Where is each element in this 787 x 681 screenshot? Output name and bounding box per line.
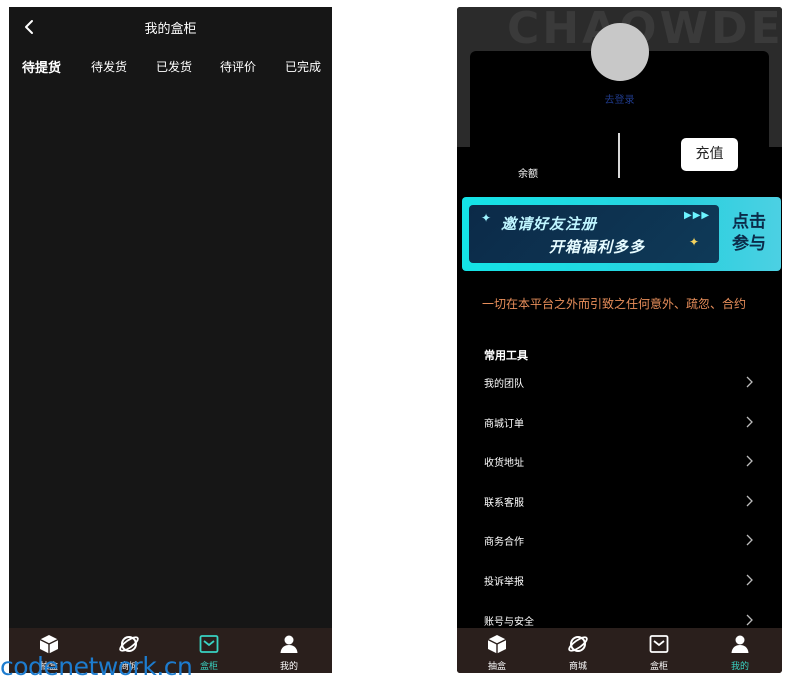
profile-screen: CHAOWDE 去登录 余额 充值 ✦ ✦ ▶▶▶ 邀请好友注册 开箱福利多多 …	[457, 7, 782, 673]
chevron-right-icon	[746, 376, 753, 388]
avatar[interactable]	[591, 23, 649, 81]
arrows-icon: ▶▶▶	[684, 210, 711, 221]
watermark: codenetwork.cn	[0, 652, 193, 681]
banner-cta[interactable]: 点击 参与	[726, 211, 772, 255]
nav-label: 商城	[568, 662, 587, 672]
tab-pending-pickup[interactable]: 待提货	[22, 57, 61, 76]
tools-title: 常用工具	[484, 349, 528, 362]
sparkle-icon: ✦	[481, 211, 492, 225]
user-icon	[280, 635, 298, 653]
planet-icon	[568, 636, 588, 652]
menu-item-label: 账号与安全	[484, 617, 534, 628]
banner-headline: 邀请好友注册	[501, 215, 598, 233]
banner-cta-line: 参与	[732, 234, 766, 254]
cabinet-icon	[649, 635, 669, 653]
tab-completed[interactable]: 已完成	[285, 58, 321, 75]
nav-label: 我的	[279, 662, 298, 672]
chevron-right-icon	[746, 455, 753, 467]
tab-shipped[interactable]: 已发货	[156, 58, 192, 75]
banner-panel: ✦ ✦ ▶▶▶ 邀请好友注册 开箱福利多多	[469, 205, 719, 263]
login-link[interactable]: 去登录	[457, 91, 782, 106]
menu-item-label: 投诉举报	[484, 577, 524, 588]
cabinet-header: 我的盒柜	[9, 7, 332, 47]
disclaimer-notice: 一切在本平台之外而引致之任何意外、疏忽、合约	[482, 297, 747, 311]
nav-item-mine[interactable]: 我的	[249, 628, 329, 673]
recharge-button[interactable]: 充值	[681, 138, 738, 171]
nav-item-cabinet[interactable]: 盒柜	[619, 628, 699, 673]
cabinet-screen: 我的盒柜 待提货 待发货 已发货 待评价 已完成 抽盒 商城 盒柜 我的	[9, 7, 332, 673]
nav-label: 我的	[730, 662, 749, 672]
menu-item-label: 我的团队	[484, 379, 524, 390]
bottom-nav: 抽盒 商城 盒柜 我的	[457, 628, 782, 673]
cabinet-icon	[199, 635, 219, 653]
menu-item-shipping-address[interactable]: 收货地址	[484, 454, 754, 474]
sparkle-icon: ✦	[689, 235, 700, 249]
chevron-right-icon	[746, 534, 753, 546]
menu-item-my-team[interactable]: 我的团队	[484, 375, 754, 395]
nav-item-shop[interactable]: 商城	[538, 628, 618, 673]
balance-divider	[618, 133, 620, 178]
nav-item-draw[interactable]: 抽盒	[457, 628, 537, 673]
invite-banner[interactable]: ✦ ✦ ▶▶▶ 邀请好友注册 开箱福利多多 点击 参与	[462, 197, 781, 271]
menu-item-label: 商务合作	[484, 537, 524, 548]
balance-label: 余额	[518, 169, 538, 180]
order-status-tabs: 待提货 待发货 已发货 待评价 已完成	[9, 57, 332, 77]
tab-pending-review[interactable]: 待评价	[220, 58, 256, 75]
user-icon	[731, 635, 749, 653]
page-title: 我的盒柜	[144, 22, 197, 37]
nav-label: 抽盒	[487, 662, 506, 672]
nav-label: 盒柜	[649, 662, 668, 672]
chevron-right-icon	[746, 495, 753, 507]
box-icon	[487, 635, 507, 654]
menu-item-customer-service[interactable]: 联系客服	[484, 494, 754, 514]
chevron-right-icon	[746, 416, 753, 428]
banner-cta-line: 点击	[732, 212, 766, 232]
banner-subline: 开箱福利多多	[549, 238, 646, 256]
menu-item-label: 收货地址	[484, 458, 524, 469]
tab-pending-shipment[interactable]: 待发货	[91, 58, 127, 75]
chevron-right-icon	[746, 614, 753, 626]
menu-item-complaint-report[interactable]: 投诉举报	[484, 573, 754, 593]
chevron-right-icon	[746, 574, 753, 586]
nav-item-mine[interactable]: 我的	[700, 628, 780, 673]
menu-item-label: 联系客服	[484, 498, 524, 509]
menu-item-shop-orders[interactable]: 商城订单	[484, 415, 754, 435]
menu-item-label: 商城订单	[484, 419, 524, 430]
menu-item-business-cooperation[interactable]: 商务合作	[484, 533, 754, 553]
